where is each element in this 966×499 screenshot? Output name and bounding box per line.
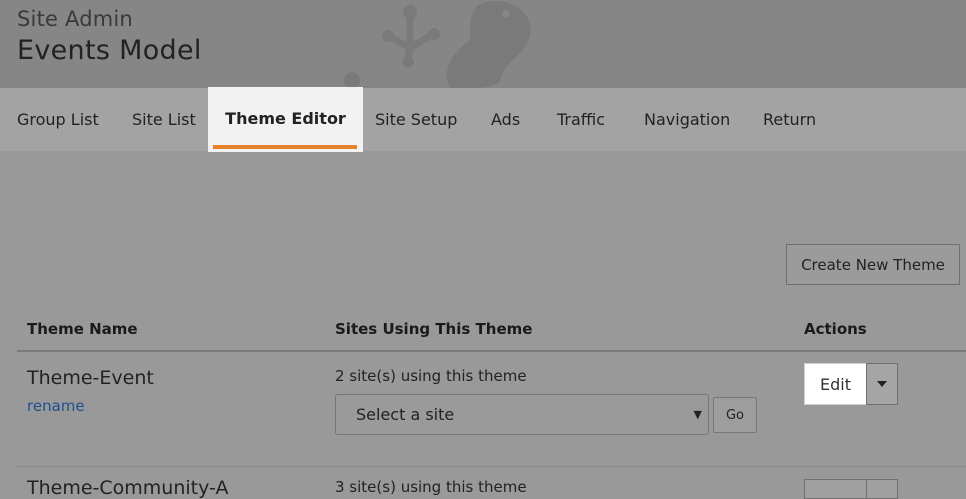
nav-navigation[interactable]: Navigation	[644, 88, 730, 151]
row-divider	[17, 466, 966, 467]
edit-theme-button[interactable]	[804, 479, 867, 499]
edit-theme-button[interactable]: Edit	[804, 363, 867, 405]
nav-return[interactable]: Return	[763, 88, 816, 151]
main-nav: Group List Site List Theme Editor Site S…	[0, 87, 966, 152]
column-header-sites: Sites Using This Theme	[335, 320, 533, 338]
nav-ads[interactable]: Ads	[491, 88, 520, 151]
rename-link[interactable]: rename	[27, 397, 85, 415]
nav-group-list[interactable]: Group List	[17, 88, 99, 151]
column-header-actions: Actions	[804, 320, 867, 338]
sites-using-count: 3 site(s) using this theme	[335, 478, 527, 496]
nav-theme-editor-label: Theme Editor	[225, 109, 346, 128]
sites-using-count: 2 site(s) using this theme	[335, 367, 527, 385]
actions-dropdown-button[interactable]	[866, 363, 898, 405]
site-select-value: Select a site	[356, 405, 455, 424]
admin-label: Site Admin	[17, 7, 133, 31]
nav-theme-editor[interactable]: Theme Editor	[208, 87, 363, 152]
go-button[interactable]: Go	[713, 397, 757, 433]
nav-site-setup[interactable]: Site Setup	[375, 88, 457, 151]
site-header: Site Admin Events Model	[0, 0, 966, 88]
theme-name: Theme-Event	[27, 367, 154, 389]
table-header-divider	[17, 350, 966, 352]
page-title: Events Model	[17, 35, 202, 66]
actions-dropdown-button[interactable]	[866, 479, 898, 499]
caret-down-icon	[877, 381, 887, 387]
nav-site-list[interactable]: Site List	[132, 88, 196, 151]
theme-name: Theme-Community-A	[27, 477, 229, 499]
create-new-theme-button[interactable]: Create New Theme	[786, 244, 960, 285]
column-header-theme-name: Theme Name	[27, 320, 138, 338]
site-select-dropdown[interactable]: Select a site ▼	[335, 394, 709, 435]
select-caret-icon: ▼	[693, 408, 702, 421]
active-tab-indicator	[213, 145, 357, 149]
nav-traffic[interactable]: Traffic	[557, 88, 605, 151]
frog-logo-icon	[344, 0, 531, 88]
